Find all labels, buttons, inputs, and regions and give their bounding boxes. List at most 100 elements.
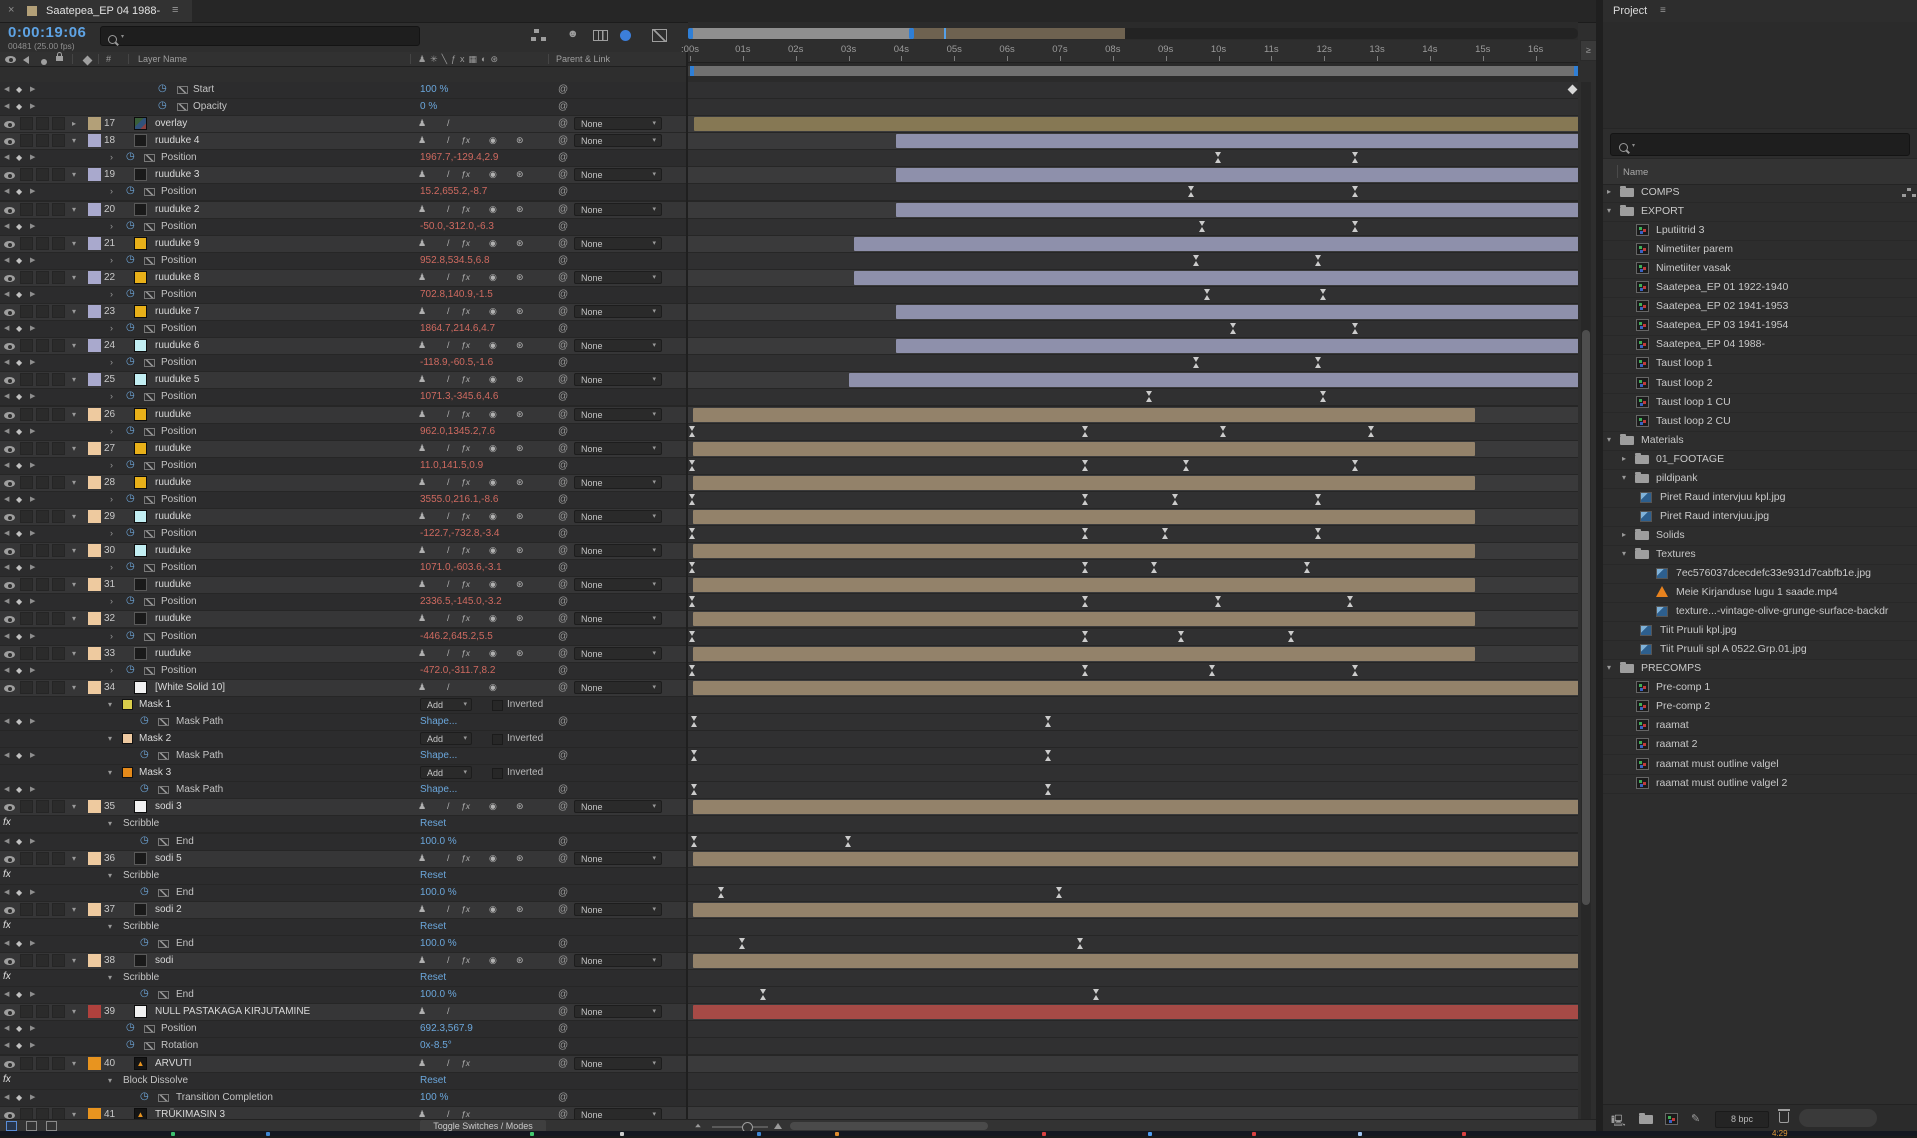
keyframe-marker[interactable] bbox=[1093, 989, 1100, 1000]
layer-duration-bar[interactable] bbox=[693, 408, 1475, 422]
timeline-track-row[interactable] bbox=[688, 526, 1578, 542]
timeline-track-row[interactable] bbox=[688, 321, 1578, 337]
av-toggle-cell[interactable] bbox=[52, 203, 65, 216]
timeline-track-row[interactable] bbox=[688, 1021, 1578, 1037]
current-time-indicator[interactable] bbox=[944, 28, 946, 39]
keyframe-marker[interactable] bbox=[718, 887, 725, 898]
motion-blur-icon[interactable]: ◉ bbox=[489, 443, 497, 454]
layer-name-column-header[interactable]: Layer Name bbox=[138, 54, 187, 64]
av-toggle-cell[interactable] bbox=[52, 647, 65, 660]
property-row[interactable]: ◀◆▶›◷Position11.0,141.5,0.9@ bbox=[0, 458, 686, 474]
quality-icon[interactable]: ♟ bbox=[418, 955, 426, 966]
work-area-bar[interactable] bbox=[690, 66, 1578, 76]
graph-icon[interactable] bbox=[177, 86, 188, 94]
graph-icon[interactable] bbox=[158, 752, 169, 760]
collapse-icon[interactable]: ▾ bbox=[72, 478, 76, 487]
fx-icon[interactable]: ƒx bbox=[461, 853, 470, 863]
pick-whip-icon[interactable]: @ bbox=[558, 511, 568, 522]
keyframe-marker[interactable] bbox=[1183, 460, 1190, 471]
cube-icon[interactable]: ⊛ bbox=[516, 135, 524, 146]
add-keyframe-icon[interactable]: ◆ bbox=[16, 324, 22, 333]
collapse-icon[interactable]: ▾ bbox=[72, 341, 76, 350]
expand-icon[interactable]: › bbox=[110, 562, 113, 572]
stopwatch-icon[interactable]: ◷ bbox=[126, 390, 135, 401]
pick-whip-icon[interactable]: @ bbox=[558, 836, 568, 847]
pick-whip-icon[interactable]: @ bbox=[558, 152, 568, 163]
next-keyframe-icon[interactable]: ▶ bbox=[30, 358, 35, 366]
next-keyframe-icon[interactable]: ▶ bbox=[30, 751, 35, 759]
av-toggle-cell[interactable] bbox=[36, 1057, 49, 1070]
av-toggle-cell[interactable] bbox=[20, 544, 33, 557]
layer-duration-bar[interactable] bbox=[693, 681, 1578, 695]
pick-whip-icon[interactable]: @ bbox=[558, 682, 568, 693]
collapse-icon[interactable]: ▾ bbox=[1607, 435, 1611, 444]
keyframe-marker[interactable] bbox=[689, 460, 696, 471]
timeline-track-row[interactable] bbox=[688, 987, 1578, 1003]
layer-name[interactable]: ruuduke 8 bbox=[155, 272, 199, 283]
layer-name[interactable]: ruuduke bbox=[155, 648, 191, 659]
parent-dropdown[interactable]: None▾ bbox=[574, 647, 662, 660]
project-item-label[interactable]: raamat bbox=[1656, 719, 1689, 731]
timeline-vertical-scrollbar[interactable] bbox=[1581, 82, 1591, 1119]
mask-color-swatch[interactable] bbox=[122, 767, 133, 778]
property-value[interactable]: 1071.0,-603.6,-3.1 bbox=[420, 562, 502, 573]
project-item-row[interactable]: Taust loop 2 CU bbox=[1603, 412, 1917, 432]
mask-name[interactable]: Mask 1 bbox=[139, 699, 171, 710]
layer-row[interactable]: ▾24ruuduke 6♟/ƒx◉⊛@None▾ bbox=[0, 338, 686, 354]
keyframe-marker[interactable] bbox=[691, 716, 698, 727]
stopwatch-icon[interactable]: ◷ bbox=[140, 1091, 149, 1102]
av-toggle-cell[interactable] bbox=[20, 510, 33, 523]
keyframe-marker[interactable] bbox=[1045, 784, 1052, 795]
effect-row[interactable]: fx▾ScribbleReset bbox=[0, 919, 686, 935]
layer-name[interactable]: TRÜKIMASIN 3 bbox=[155, 1109, 225, 1119]
eye-icon[interactable] bbox=[4, 581, 15, 592]
previous-keyframe-icon[interactable]: ◀ bbox=[4, 427, 9, 435]
add-keyframe-icon[interactable]: ◆ bbox=[16, 256, 22, 265]
keyframe-marker[interactable] bbox=[1220, 426, 1227, 437]
project-item-row[interactable]: Saatepea_EP 01 1922-1940 bbox=[1603, 278, 1917, 298]
collapse-icon[interactable]: ▾ bbox=[108, 734, 112, 743]
fx-icon[interactable]: ƒx bbox=[461, 306, 470, 316]
motion-blur-icon[interactable]: ◉ bbox=[489, 648, 497, 659]
layer-duration-bar[interactable] bbox=[693, 442, 1475, 456]
layer-name[interactable]: ruuduke bbox=[155, 579, 191, 590]
stopwatch-icon[interactable]: ◷ bbox=[126, 288, 135, 299]
layer-duration-bar[interactable] bbox=[693, 578, 1475, 592]
parent-dropdown[interactable]: None▾ bbox=[574, 681, 662, 694]
search-dropdown-caret[interactable]: ▾ bbox=[121, 33, 124, 40]
av-toggle-cell[interactable] bbox=[36, 578, 49, 591]
property-name[interactable]: Position bbox=[161, 186, 197, 197]
eye-icon[interactable] bbox=[4, 615, 15, 626]
add-keyframe-icon[interactable]: ◆ bbox=[16, 632, 22, 641]
parent-dropdown[interactable]: None▾ bbox=[574, 1005, 662, 1018]
parent-dropdown[interactable]: None▾ bbox=[574, 1108, 662, 1119]
eye-icon[interactable] bbox=[4, 171, 15, 182]
timeline-track-row[interactable] bbox=[688, 167, 1578, 183]
parent-dropdown[interactable]: None▾ bbox=[574, 954, 662, 967]
project-folder-row[interactable]: ▾Textures bbox=[1603, 545, 1917, 565]
flowchart-icon[interactable] bbox=[531, 26, 549, 44]
parent-dropdown[interactable]: None▾ bbox=[574, 800, 662, 813]
project-item-row[interactable]: raamat bbox=[1603, 716, 1917, 736]
motion-blur-icon[interactable]: ◉ bbox=[489, 955, 497, 966]
timeline-track-row[interactable] bbox=[688, 270, 1578, 286]
expand-icon[interactable]: › bbox=[110, 391, 113, 401]
expand-icon[interactable]: ▸ bbox=[72, 119, 76, 128]
collapse-icon[interactable]: ▾ bbox=[72, 905, 76, 914]
parent-dropdown[interactable]: None▾ bbox=[574, 305, 662, 318]
property-row[interactable]: ◀◆▶◷Mask PathShape...@ bbox=[0, 782, 686, 798]
collapse-icon[interactable]: ▾ bbox=[72, 1059, 76, 1068]
stopwatch-icon[interactable]: ◷ bbox=[158, 100, 167, 111]
timeline-track-row[interactable] bbox=[688, 219, 1578, 235]
add-keyframe-icon[interactable]: ◆ bbox=[16, 290, 22, 299]
keyframe-marker[interactable] bbox=[691, 836, 698, 847]
av-toggle-cell[interactable] bbox=[20, 339, 33, 352]
layer-name[interactable]: ruuduke 9 bbox=[155, 238, 199, 249]
stopwatch-icon[interactable]: ◷ bbox=[126, 459, 135, 470]
av-toggle-cell[interactable] bbox=[52, 168, 65, 181]
project-folder-row[interactable]: ▸Solids bbox=[1603, 526, 1917, 546]
quality-icon[interactable]: ♟ bbox=[418, 579, 426, 590]
timeline-track-row[interactable] bbox=[688, 765, 1578, 781]
fx-icon[interactable]: ƒx bbox=[461, 904, 470, 914]
fx-icon[interactable]: ƒx bbox=[461, 272, 470, 282]
